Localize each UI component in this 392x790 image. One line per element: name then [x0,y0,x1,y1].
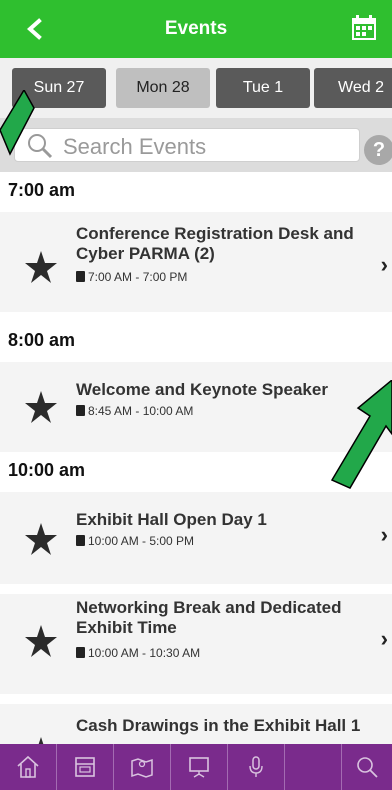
clipboard-icon [76,405,85,416]
star-icon[interactable] [24,624,58,658]
nav-placeholder[interactable] [285,744,341,790]
event-row[interactable]: Exhibit Hall Open Day 1 10:00 AM - 5:00 … [0,492,392,584]
event-time: 10:00 AM - 5:00 PM [76,534,194,548]
event-time: 7:00 AM - 7:00 PM [76,270,187,284]
event-time: 8:45 AM - 10:00 AM [76,404,193,418]
help-button[interactable]: ? [364,135,392,165]
event-title: Cash Drawings in the Exhibit Hall 1 [76,716,361,735]
search-input[interactable]: Search Events [14,128,360,162]
chevron-right-icon: › [380,522,388,547]
nav-sessions[interactable] [171,744,227,790]
chevron-right-icon: › [380,626,388,651]
nav-speakers[interactable] [228,744,284,790]
event-title: Networking Break and Dedicated Exhibit T… [76,598,342,637]
event-title: Conference Registration Desk and Cyber P… [76,224,354,263]
section-header-7am: 7:00 am [0,172,392,212]
app-header: Events [0,0,392,58]
date-tab-mon-28[interactable]: Mon 28 [116,68,210,108]
map-icon [131,758,153,778]
exhibitors-icon [75,757,95,777]
star-icon[interactable] [24,736,58,744]
nav-search[interactable] [342,744,392,790]
search-bar: Search Events ? [0,118,392,172]
star-icon[interactable] [24,390,58,424]
date-selector: Sun 27 Mon 28 Tue 1 Wed 2 [0,58,392,118]
event-title: Exhibit Hall Open Day 1 [76,510,267,529]
section-header-8am: 8:00 am [0,322,392,362]
presentation-icon [189,757,209,778]
event-title: Welcome and Keynote Speaker [76,380,328,399]
clipboard-icon [76,271,85,282]
star-icon[interactable] [24,522,58,556]
search-icon [357,757,378,778]
annotation-arrow-right [330,380,392,489]
clipboard-icon [76,647,85,658]
chevron-right-icon: › [380,252,388,277]
search-placeholder: Search Events [63,134,207,159]
annotation-arrow-left [0,90,35,156]
page-title: Events [164,18,228,39]
nav-home[interactable] [0,744,56,790]
microphone-icon [249,756,263,777]
event-row[interactable]: Cash Drawings in the Exhibit Hall 1 [0,704,392,744]
event-row[interactable]: Conference Registration Desk and Cyber P… [0,212,392,312]
star-icon[interactable] [24,250,58,284]
home-icon [17,755,39,778]
bottom-navigation [0,744,392,790]
date-tab-wed-2[interactable]: Wed 2 [314,68,392,108]
event-time: 10:00 AM - 10:30 AM [76,646,200,660]
event-row[interactable]: Networking Break and Dedicated Exhibit T… [0,594,392,694]
calendar-button[interactable] [350,14,378,42]
nav-exhibitors[interactable] [57,744,113,790]
date-tab-tue-1[interactable]: Tue 1 [216,68,310,108]
nav-map[interactable] [114,744,170,790]
calendar-icon [352,15,376,40]
clipboard-icon [76,535,85,546]
